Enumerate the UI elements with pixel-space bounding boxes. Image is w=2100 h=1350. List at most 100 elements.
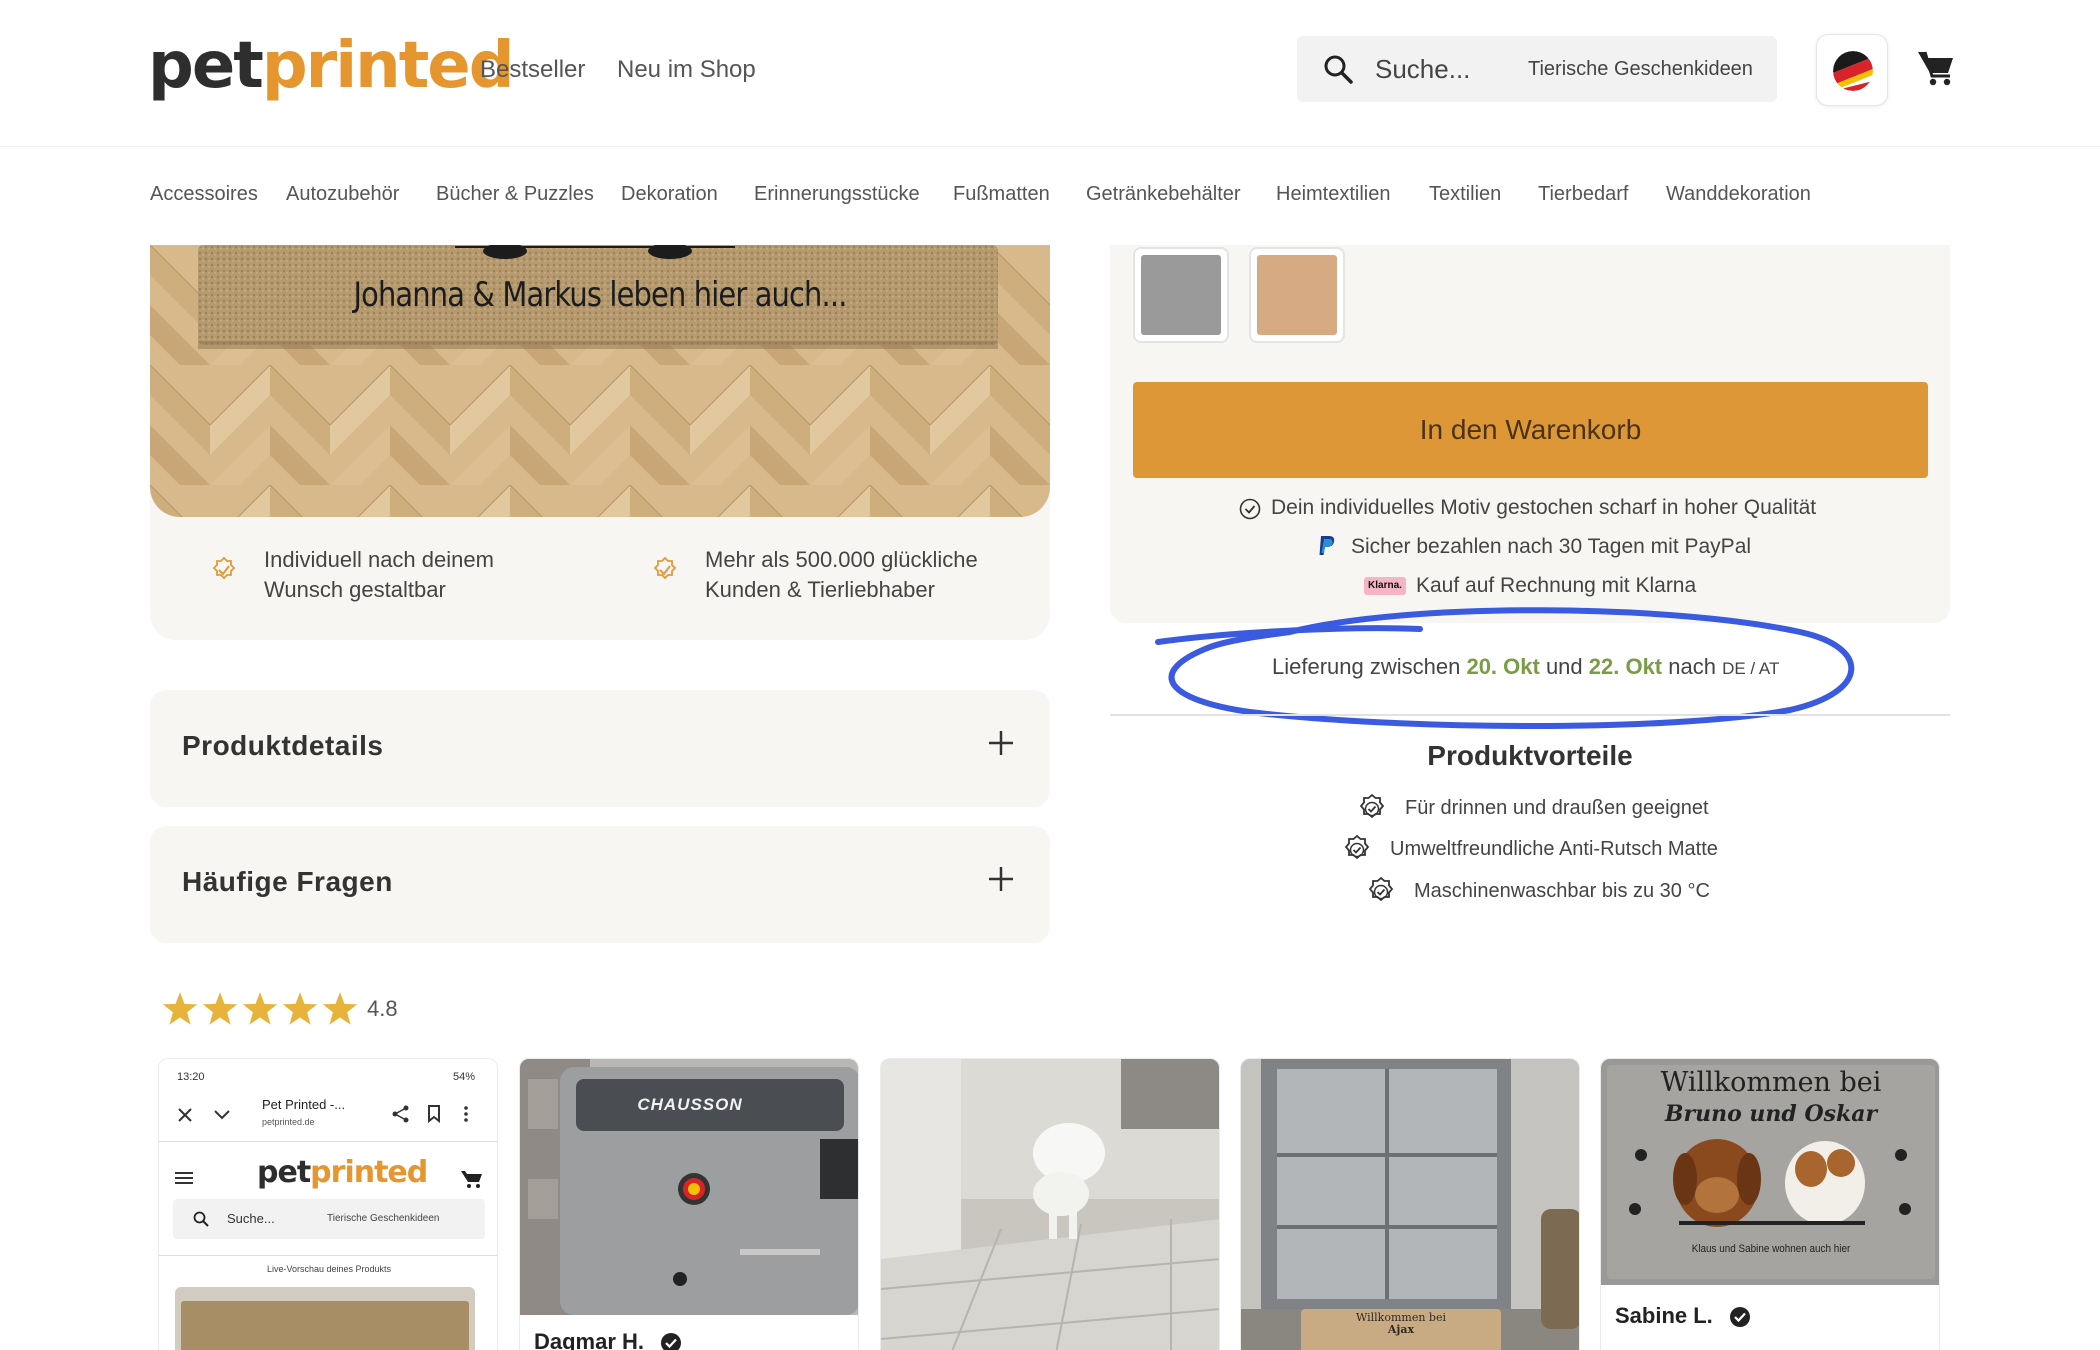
category-heimtextilien[interactable]: Heimtextilien — [1276, 183, 1390, 206]
divider — [1110, 714, 1950, 716]
swatch-fill-grau — [1141, 255, 1221, 335]
review-card[interactable] — [880, 1058, 1220, 1350]
star-icon — [242, 992, 278, 1025]
accordion-haeufige-fragen-title: Häufige Fragen — [182, 866, 393, 897]
quality-badge-icon — [1368, 876, 1394, 902]
category-tierbedarf[interactable]: Tierbedarf — [1538, 183, 1628, 206]
review-image[interactable] — [881, 1059, 1219, 1350]
advantage-washable: Maschinenwaschbar bis zu 30 °C — [1414, 880, 1710, 902]
review-card[interactable]: CHAUSSON Dagmar H. — [519, 1058, 859, 1350]
logo[interactable]: petprinted — [148, 34, 514, 98]
advantage-anti-slip: Umweltfreundliche Anti-Rutsch Matte — [1390, 838, 1718, 860]
trust-paypal-text: Sicher bezahlen nach 30 Tagen mit PayPal — [1351, 535, 1752, 558]
rating-value: 4.8 — [367, 996, 398, 1021]
shopping-cart-icon[interactable] — [1916, 48, 1956, 88]
search-placeholder[interactable]: Suche... — [1375, 54, 1470, 85]
bookmark-icon — [428, 1105, 440, 1123]
delivery-prefix: Lieferung zwischen — [1272, 654, 1467, 679]
benefit-customizable-line2: Wunsch gestaltbar — [264, 577, 446, 602]
category-accessoires[interactable]: Accessoires — [150, 183, 258, 206]
site-header: petprinted Bestseller Neu im Shop Suche.… — [0, 0, 2100, 147]
plus-icon[interactable] — [988, 866, 1014, 892]
benefit-happy-customers-line2: Kunden & Tierliebhaber — [705, 577, 935, 602]
benefit-customizable-line1: Individuell nach deinem — [264, 547, 494, 572]
star-icon — [282, 992, 318, 1025]
klarna-icon: Klarna. — [1364, 577, 1406, 595]
nav-bestseller[interactable]: Bestseller — [480, 56, 585, 84]
star-icon — [322, 992, 358, 1025]
close-icon — [178, 1108, 192, 1122]
phone-divider — [159, 1141, 497, 1142]
phone-logo-printed: printed — [310, 1155, 428, 1190]
phone-logo: petprinted — [257, 1155, 428, 1190]
benefit-happy-customers-line1: Mehr als 500.000 glückliche — [705, 547, 978, 572]
mat-text: Johanna & Markus leben hier auch... — [353, 275, 847, 315]
review-author: Sabine L. — [1615, 1303, 1751, 1329]
review-image[interactable]: CHAUSSON — [520, 1059, 858, 1315]
search-bar[interactable]: Suche... Tierische Geschenkideen — [1297, 36, 1777, 102]
verified-check-icon — [661, 1333, 682, 1350]
menu-icon — [175, 1172, 193, 1184]
verified-check-icon — [1729, 1307, 1750, 1328]
review-author-name: Sabine L. — [1615, 1303, 1713, 1328]
accordion-produktdetails-title: Produktdetails — [182, 730, 384, 761]
benefit-customizable: Individuell nach deinem Wunsch gestaltba… — [264, 545, 494, 605]
product-image[interactable]: Johanna & Markus leben hier auch... — [150, 245, 1050, 517]
review-mat-line2: Bruno und Oskar — [1664, 1101, 1878, 1127]
plus-icon[interactable] — [988, 730, 1014, 756]
color-swatch-grau[interactable] — [1133, 247, 1229, 343]
category-getraenkebehaelter[interactable]: Getränkebehälter — [1086, 183, 1241, 206]
phone-time: 13:20 — [177, 1071, 205, 1083]
review-author: Dagmar H. — [534, 1329, 682, 1350]
category-autozubehoer[interactable]: Autozubehör — [286, 183, 399, 206]
quality-badge-icon — [1344, 834, 1370, 860]
review-author-name: Dagmar H. — [534, 1329, 645, 1350]
trust-quality-text: Dein individuelles Motiv gestochen schar… — [1271, 496, 1817, 519]
review-card[interactable]: Willkommen bei Bruno und Oskar Klaus und… — [1600, 1058, 1940, 1350]
review-mat-line2: Ajax — [1387, 1323, 1415, 1336]
germany-austria-flag-icon — [1833, 51, 1873, 91]
accordion-haeufige-fragen[interactable]: Häufige Fragen — [150, 826, 1050, 943]
shopping-cart-icon — [461, 1171, 482, 1188]
delivery-suffix: nach — [1662, 654, 1723, 679]
delivery-estimate: Lieferung zwischen 20. Okt und 22. Okt n… — [1272, 654, 1779, 680]
phone-preview-label: Live-Vorschau deines Produkts — [266, 1264, 392, 1274]
product-advantages-title: Produktvorteile — [1427, 740, 1633, 771]
more-vertical-icon — [464, 1106, 468, 1122]
review-card[interactable]: 13:20 54% Pet Printed -... petprinted.de… — [158, 1058, 498, 1350]
country-selector-button[interactable] — [1816, 34, 1888, 106]
delivery-middle: und — [1539, 654, 1589, 679]
review-image[interactable]: Willkommen bei Ajax — [1241, 1059, 1579, 1350]
review-mat-line3: Klaus und Sabine wohnen auch hier — [1691, 1243, 1851, 1255]
review-image[interactable]: 13:20 54% Pet Printed -... petprinted.de… — [159, 1059, 497, 1350]
nav-neu-im-shop[interactable]: Neu im Shop — [617, 56, 756, 84]
van-brand: CHAUSSON — [637, 1095, 743, 1114]
search-hint: Tierische Geschenkideen — [1528, 58, 1753, 80]
category-dekoration[interactable]: Dekoration — [621, 183, 718, 206]
delivery-date-to: 22. Okt — [1588, 654, 1663, 679]
search-icon[interactable] — [1323, 54, 1353, 84]
accordion-produktdetails[interactable]: Produktdetails — [150, 690, 1050, 807]
review-image[interactable]: Willkommen bei Bruno und Oskar Klaus und… — [1601, 1059, 1939, 1285]
phone-site-url: petprinted.de — [262, 1117, 315, 1127]
category-erinnerungsstuecke[interactable]: Erinnerungsstücke — [754, 183, 920, 206]
delivery-date-from: 20. Okt — [1466, 654, 1540, 679]
color-swatch-natur[interactable] — [1249, 247, 1345, 343]
review-mat-line1: Willkommen bei — [1660, 1067, 1882, 1098]
category-textilien[interactable]: Textilien — [1429, 183, 1501, 206]
category-fussmatten[interactable]: Fußmatten — [953, 183, 1050, 206]
category-buecher-puzzles[interactable]: Bücher & Puzzles — [436, 183, 594, 206]
phone-divider — [159, 1255, 497, 1256]
phone-search-placeholder: Suche... — [227, 1211, 275, 1226]
verified-badge-icon — [212, 556, 236, 580]
advantage-indoor-outdoor: Für drinnen und draußen geeignet — [1405, 797, 1709, 819]
benefit-happy-customers: Mehr als 500.000 glückliche Kunden & Tie… — [705, 545, 978, 605]
swatch-fill-natur — [1257, 255, 1337, 335]
chevron-down-icon — [214, 1110, 230, 1120]
phone-search-hint: Tierische Geschenkideen — [327, 1213, 440, 1224]
add-to-cart-button[interactable]: In den Warenkorb — [1133, 382, 1928, 478]
review-card[interactable]: Willkommen bei Ajax — [1240, 1058, 1580, 1350]
category-wanddekoration[interactable]: Wanddekoration — [1666, 183, 1811, 206]
rating-stars — [162, 992, 358, 1025]
logo-part-pet: pet — [148, 29, 264, 103]
